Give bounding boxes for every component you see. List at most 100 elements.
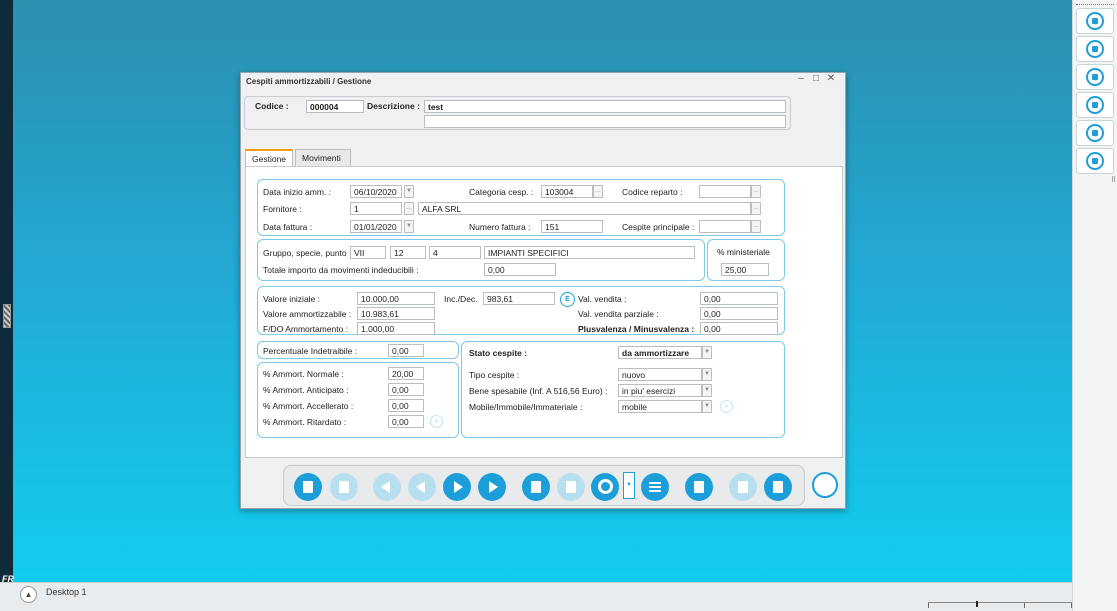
mobile-select[interactable]: mobile bbox=[618, 400, 702, 413]
user-button[interactable] bbox=[1076, 8, 1114, 34]
close-button[interactable]: ✕ bbox=[824, 73, 838, 84]
fornitore-code-field[interactable]: 1 bbox=[350, 202, 402, 215]
stato-group: Stato cespite : da ammortizzare ▼ Tipo c… bbox=[461, 341, 785, 438]
fornitore-lookup[interactable]: … bbox=[404, 202, 414, 215]
valore-iniziale-field[interactable]: 10.000,00 bbox=[357, 292, 435, 305]
categoria-field[interactable]: 103004 bbox=[541, 185, 593, 198]
mobile-dropdown-icon[interactable]: ▼ bbox=[702, 400, 712, 413]
codice-reparto-lookup[interactable]: … bbox=[751, 185, 761, 198]
ritardato-action-icon[interactable]: » bbox=[430, 415, 443, 428]
user-icon bbox=[1086, 12, 1104, 30]
plusvalenza-label: Plusvalenza / Minusvalenza : bbox=[578, 324, 695, 334]
gruppo-descr-field[interactable]: IMPIANTI SPECIFICI bbox=[484, 246, 695, 259]
undo-icon[interactable] bbox=[330, 473, 358, 501]
desktop-label[interactable]: Desktop 1 bbox=[46, 587, 87, 597]
exit-icon[interactable] bbox=[764, 473, 792, 501]
data-fattura-field[interactable]: 01/01/2020 bbox=[350, 220, 402, 233]
valore-ammortizzabile-label: Valore ammortizzabile : bbox=[263, 309, 352, 319]
general-group: Data inizio amm. : 06/10/2020 ▼ Categori… bbox=[257, 179, 785, 236]
val-vendita-label: Val. vendita : bbox=[578, 294, 627, 304]
ministeriale-field[interactable]: 25,00 bbox=[721, 263, 769, 276]
codice-reparto-field[interactable] bbox=[699, 185, 751, 198]
next-record-icon[interactable] bbox=[443, 473, 471, 501]
indetraibile-group: Percentuale Indetraibile : 0,00 bbox=[257, 341, 459, 359]
accellerato-label: % Ammort. Accellerato : bbox=[263, 401, 354, 411]
tab-movimenti[interactable]: Movimenti bbox=[295, 149, 351, 166]
new-record-icon[interactable] bbox=[294, 473, 322, 501]
gruppo-field[interactable]: VII bbox=[350, 246, 386, 259]
share-button[interactable] bbox=[1076, 92, 1114, 118]
tab-gestione[interactable]: Gestione bbox=[245, 149, 293, 166]
maximize-button[interactable]: □ bbox=[809, 73, 823, 84]
totale-field[interactable]: 0,00 bbox=[484, 263, 556, 276]
valore-ammortizzabile-field[interactable]: 10.983,61 bbox=[357, 307, 435, 320]
flag-button[interactable] bbox=[1076, 36, 1114, 62]
search-icon[interactable] bbox=[591, 473, 619, 501]
numero-fattura-field[interactable]: 151 bbox=[541, 220, 603, 233]
ammortamento-group: % Ammort. Normale : 20,00 % Ammort. Anti… bbox=[257, 362, 459, 438]
flag-icon bbox=[1086, 40, 1104, 58]
fdo-field[interactable]: 1.000,00 bbox=[357, 322, 435, 335]
indetraibile-field[interactable]: 0,00 bbox=[388, 344, 424, 357]
record-toolbar bbox=[283, 465, 805, 506]
punto-field[interactable]: 4 bbox=[429, 246, 481, 259]
data-inizio-dropdown[interactable]: ▼ bbox=[404, 185, 414, 198]
first-record-icon[interactable] bbox=[373, 473, 401, 501]
descrizione-field[interactable]: test bbox=[424, 100, 786, 113]
panel-resize-mark[interactable]: ⠿ bbox=[1111, 176, 1116, 184]
tipo-dropdown-icon[interactable]: ▼ bbox=[702, 368, 712, 381]
accellerato-field[interactable]: 0,00 bbox=[388, 399, 424, 412]
mobile-action-icon[interactable]: » bbox=[720, 400, 733, 413]
shield-icon bbox=[1086, 124, 1104, 142]
gruppo-label: Gruppo, specie, punto bbox=[263, 248, 347, 258]
like-button[interactable] bbox=[1076, 148, 1114, 174]
anticipato-label: % Ammort. Anticipato : bbox=[263, 385, 349, 395]
data-inizio-field[interactable]: 06/10/2020 bbox=[350, 185, 402, 198]
categoria-lookup[interactable]: … bbox=[593, 185, 603, 198]
specie-field[interactable]: 12 bbox=[390, 246, 426, 259]
resize-grip[interactable] bbox=[3, 304, 11, 328]
val-vendita-field[interactable]: 0,00 bbox=[700, 292, 778, 305]
refresh-icon[interactable] bbox=[812, 472, 838, 498]
val-vendita-parziale-field[interactable]: 0,00 bbox=[700, 307, 778, 320]
search-options-toggle[interactable]: ▼ bbox=[623, 472, 635, 499]
delete-icon[interactable] bbox=[685, 473, 713, 501]
fdo-label: F/DO Ammortamento : bbox=[263, 324, 349, 334]
taskbar-up-icon[interactable]: ▲ bbox=[20, 586, 37, 603]
window-title: Cespiti ammortizzabili / Gestione bbox=[246, 77, 372, 86]
panel-handle[interactable] bbox=[1076, 4, 1114, 5]
fornitore-name-lookup[interactable]: … bbox=[751, 202, 761, 215]
data-fattura-dropdown[interactable]: ▼ bbox=[404, 220, 414, 233]
minimize-button[interactable]: – bbox=[794, 73, 808, 84]
last-record-icon[interactable] bbox=[478, 473, 506, 501]
duplicate-icon[interactable] bbox=[522, 473, 550, 501]
bene-select[interactable]: in piu' esercizi bbox=[618, 384, 702, 397]
fornitore-name-field[interactable]: ALFA SRL bbox=[418, 202, 751, 215]
previous-record-icon[interactable] bbox=[408, 473, 436, 501]
inc-dec-field[interactable]: 983,61 bbox=[483, 292, 555, 305]
apps-button[interactable] bbox=[1076, 64, 1114, 90]
normale-field[interactable]: 20,00 bbox=[388, 367, 424, 380]
stato-dropdown-icon[interactable]: ▼ bbox=[702, 346, 712, 359]
anticipato-field[interactable]: 0,00 bbox=[388, 383, 424, 396]
valori-group: Valore iniziale : 10.000,00 Inc./Dec. 98… bbox=[257, 286, 785, 335]
list-icon[interactable] bbox=[641, 473, 669, 501]
data-fattura-label: Data fattura : bbox=[263, 222, 313, 232]
stato-select[interactable]: da ammortizzare bbox=[618, 346, 702, 359]
e-button[interactable]: E bbox=[560, 292, 575, 307]
bene-dropdown-icon[interactable]: ▼ bbox=[702, 384, 712, 397]
ritardato-field[interactable]: 0,00 bbox=[388, 415, 424, 428]
cespite-principale-lookup[interactable]: … bbox=[751, 220, 761, 233]
descrizione-field-2[interactable] bbox=[424, 115, 786, 128]
right-side-panel: ⠿ bbox=[1072, 0, 1117, 611]
codice-field[interactable]: 000004 bbox=[306, 100, 364, 113]
export-icon[interactable] bbox=[729, 473, 757, 501]
tipo-select[interactable]: nuovo bbox=[618, 368, 702, 381]
shield-button[interactable] bbox=[1076, 120, 1114, 146]
plusvalenza-field[interactable]: 0,00 bbox=[700, 322, 778, 335]
cespite-principale-field[interactable] bbox=[699, 220, 751, 233]
codice-reparto-label: Codice reparto : bbox=[622, 187, 683, 197]
totale-label: Totale importo da movimenti indeducibili… bbox=[263, 265, 419, 275]
save-icon[interactable] bbox=[557, 473, 585, 501]
normale-label: % Ammort. Normale : bbox=[263, 369, 344, 379]
